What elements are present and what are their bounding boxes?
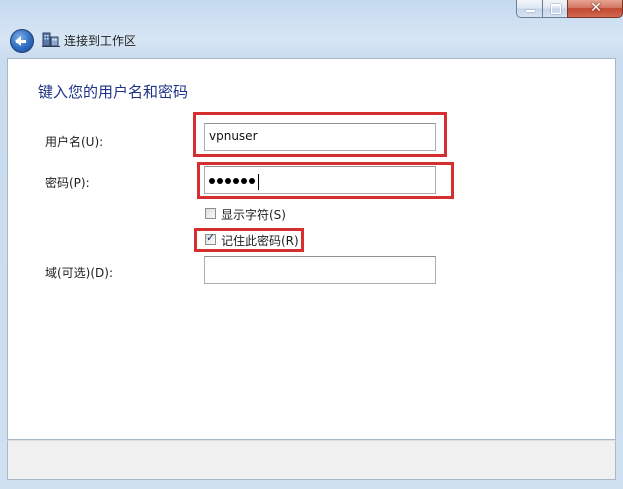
username-label: 用户名(U): (45, 135, 104, 149)
wizard-title: 连接到工作区 (64, 34, 137, 48)
username-highlight-box (193, 112, 447, 157)
page-heading: 键入您的用户名和密码 (38, 83, 189, 101)
close-button[interactable]: ✕ (567, 0, 623, 18)
window-controls: ✕ (516, 0, 623, 19)
remember-highlight-box (194, 228, 304, 252)
minimize-button[interactable] (516, 0, 543, 18)
password-highlight-box (197, 162, 454, 199)
button-bar (7, 440, 616, 480)
maximize-icon (551, 4, 561, 14)
workplace-connection-icon (42, 32, 60, 47)
password-label: 密码(P): (45, 176, 90, 190)
domain-label: 域(可选)(D): (45, 266, 114, 280)
close-icon: ✕ (590, 0, 602, 16)
minimize-icon (526, 10, 535, 12)
show-characters-checkbox[interactable] (205, 208, 216, 219)
nav-bar: 连接到工作区 (0, 22, 623, 58)
maximize-button[interactable] (542, 0, 568, 18)
show-characters-label: 显示字符(S) (221, 208, 286, 222)
domain-input[interactable] (204, 256, 436, 284)
back-button[interactable] (10, 29, 34, 53)
